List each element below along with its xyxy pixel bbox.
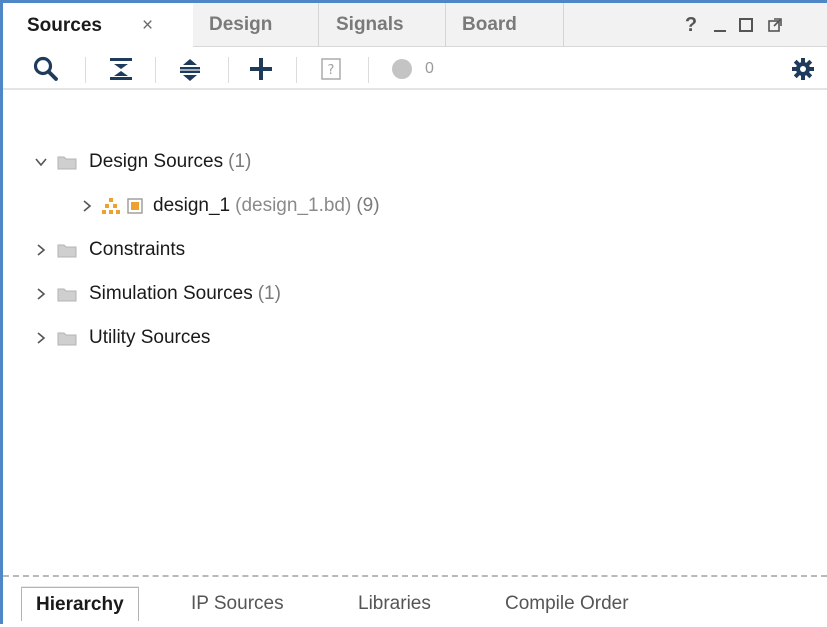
help-icon[interactable]: ? (679, 3, 703, 47)
folder-icon (57, 242, 77, 258)
folder-icon (57, 286, 77, 302)
tab-compile-order-label: Compile Order (505, 593, 629, 614)
expand-all-icon[interactable] (175, 54, 205, 84)
chevron-right-icon[interactable] (31, 243, 51, 257)
bd-file-icon (127, 198, 143, 214)
folder-icon (57, 330, 77, 346)
tab-sources[interactable]: Sources × (3, 3, 193, 48)
tab-design-label: Design (209, 14, 273, 35)
tab-ip-sources[interactable]: IP Sources (191, 587, 284, 621)
tree-item-label: Design Sources (89, 151, 224, 172)
bottom-divider (3, 575, 827, 577)
minimize-icon[interactable] (708, 3, 732, 47)
chevron-down-icon[interactable] (31, 155, 51, 169)
tab-divider (563, 3, 564, 47)
tab-libraries-label: Libraries (358, 593, 431, 614)
sources-tree: Design Sources (1) design_1 (design_1.bd… (3, 92, 827, 566)
tab-signals-label: Signals (336, 14, 404, 35)
tab-bar: Sources × Design Signals Board ? (3, 3, 827, 48)
close-icon[interactable]: × (142, 15, 153, 37)
tree-item-design-sources[interactable]: Design Sources (1) (31, 147, 251, 177)
design-count: (9) (356, 195, 380, 216)
tab-hierarchy-label: Hierarchy (36, 593, 124, 615)
toolbar-divider (228, 57, 229, 83)
chevron-right-icon[interactable] (31, 287, 51, 301)
maximize-icon[interactable] (734, 3, 758, 47)
tab-ip-sources-label: IP Sources (191, 593, 284, 614)
sources-panel: Sources × Design Signals Board ? ? 0 Des… (0, 0, 827, 627)
gear-icon[interactable] (788, 54, 818, 84)
tab-compile-order[interactable]: Compile Order (505, 587, 629, 621)
toolbar-divider (85, 57, 86, 83)
tree-item-label: Simulation Sources (89, 283, 253, 304)
toolbar-divider (296, 57, 297, 83)
collapse-all-icon[interactable] (106, 54, 136, 84)
status-dot-icon (387, 54, 417, 84)
tab-design[interactable]: Design (193, 3, 313, 47)
svg-text:?: ? (328, 63, 335, 78)
toolbar-divider (155, 57, 156, 83)
folder-icon (57, 154, 77, 170)
unknown-file-icon[interactable]: ? (316, 54, 346, 84)
status-count: 0 (425, 60, 434, 77)
toolbar-divider (368, 57, 369, 83)
tree-item-count: (1) (228, 151, 252, 172)
tree-item-label: Constraints (89, 239, 186, 260)
toolbar: ? 0 (3, 48, 827, 90)
add-icon[interactable] (246, 54, 276, 84)
tree-item-count: (1) (257, 283, 281, 304)
tree-item-simulation-sources[interactable]: Simulation Sources (1) (31, 279, 281, 309)
tree-item-label: Utility Sources (89, 327, 211, 348)
tab-libraries[interactable]: Libraries (358, 587, 431, 621)
tab-hierarchy[interactable]: Hierarchy (21, 587, 139, 621)
search-icon[interactable] (31, 54, 61, 84)
tab-signals[interactable]: Signals (319, 3, 445, 47)
tab-board[interactable]: Board (446, 3, 563, 47)
tree-item-constraints[interactable]: Constraints (31, 235, 185, 265)
tree-item-utility-sources[interactable]: Utility Sources (31, 323, 210, 353)
float-icon[interactable] (763, 3, 787, 47)
bottom-tab-bar: Hierarchy IP Sources Libraries Compile O… (3, 579, 827, 627)
chevron-right-icon[interactable] (31, 331, 51, 345)
block-design-icon (101, 197, 121, 215)
tree-item-design-1[interactable]: design_1 (design_1.bd) (9) (77, 191, 380, 221)
tab-sources-label: Sources (27, 14, 102, 36)
chevron-right-icon[interactable] (77, 199, 97, 213)
tab-board-label: Board (462, 14, 517, 35)
design-name: design_1 (153, 195, 231, 216)
design-file: (design_1.bd) (235, 195, 352, 216)
